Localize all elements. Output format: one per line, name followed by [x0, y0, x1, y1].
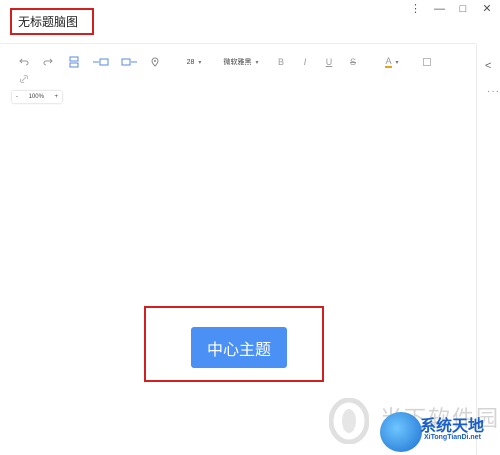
right-side-panel: [476, 44, 500, 455]
font-color-icon: A: [385, 55, 392, 68]
more-menu-button[interactable]: ⋮: [410, 2, 421, 16]
insert-child-icon[interactable]: [68, 54, 80, 70]
badge-subtitle: XiTongTianDi.net: [424, 434, 481, 441]
root-node[interactable]: 中心主题: [191, 327, 287, 368]
zoom-level: 100%: [28, 94, 44, 100]
root-node-label: 中心主题: [206, 341, 271, 359]
share-icon[interactable]: <: [485, 60, 491, 72]
window-controls: ⋮ — □ ✕: [410, 2, 492, 16]
format-toolbar: 28 ▾ 微软雅黑 ▾ B I U S A ▾: [12, 54, 472, 70]
insert-sibling-before-icon[interactable]: [92, 54, 110, 70]
location-icon[interactable]: [150, 54, 160, 70]
maximize-button[interactable]: □: [458, 2, 468, 16]
font-family-value: 微软雅黑: [223, 59, 252, 66]
bold-icon[interactable]: B: [276, 54, 286, 70]
strikethrough-icon[interactable]: S: [348, 54, 358, 70]
close-button[interactable]: ✕: [482, 2, 492, 16]
font-size-value: 28: [186, 58, 195, 66]
insert-sibling-after-icon[interactable]: [120, 54, 138, 70]
more-icon[interactable]: ···: [487, 86, 500, 97]
header-divider: [0, 43, 476, 44]
document-title[interactable]: 无标题脑图: [10, 8, 94, 35]
chevron-down-icon: ▾: [395, 59, 399, 66]
zoom-out-button[interactable]: -: [16, 94, 18, 100]
chevron-down-icon: ▾: [255, 59, 259, 66]
redo-icon[interactable]: [42, 54, 54, 70]
document-title-text: 无标题脑图: [18, 15, 79, 29]
chevron-down-icon: ▾: [198, 59, 202, 66]
zoom-control: - 100% +: [12, 91, 62, 103]
font-size-select[interactable]: 28 ▾: [182, 54, 206, 70]
undo-icon[interactable]: [18, 54, 30, 70]
watermark-logo: [329, 398, 369, 444]
clear-format-icon[interactable]: [422, 54, 432, 70]
globe-icon: [380, 412, 422, 452]
link-icon[interactable]: [19, 74, 29, 85]
font-family-select[interactable]: 微软雅黑 ▾: [220, 54, 262, 70]
italic-icon[interactable]: I: [300, 54, 310, 70]
font-color-button[interactable]: A ▾: [382, 54, 402, 70]
zoom-in-button[interactable]: +: [54, 94, 58, 100]
underline-icon[interactable]: U: [324, 54, 334, 70]
badge-title: 系统天地: [420, 418, 485, 435]
minimize-button[interactable]: —: [434, 2, 445, 16]
